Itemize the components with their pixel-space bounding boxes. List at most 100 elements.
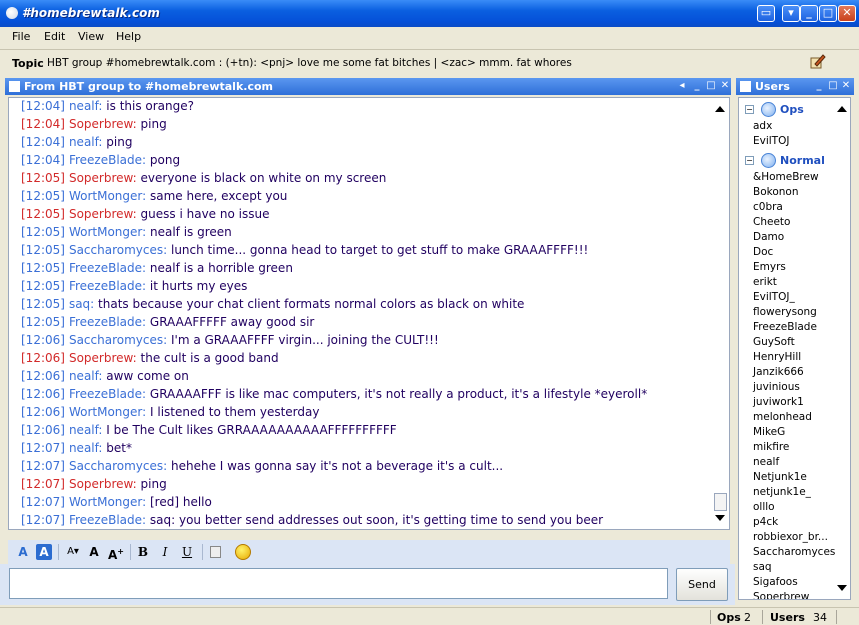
- speaker-icon[interactable]: ◂: [676, 79, 688, 93]
- message-nick[interactable]: nealf:: [69, 369, 103, 383]
- chat-scrollbar[interactable]: [712, 98, 729, 529]
- message-nick[interactable]: Soperbrew:: [69, 117, 137, 131]
- menu-edit[interactable]: Edit: [44, 30, 65, 43]
- user-item[interactable]: erikt: [753, 276, 777, 291]
- message-nick[interactable]: nealf:: [69, 441, 103, 455]
- edit-topic-icon[interactable]: [808, 53, 826, 71]
- chat-message: [12:05] saq: thats because your chat clie…: [21, 295, 711, 313]
- user-item[interactable]: saq: [753, 561, 772, 576]
- scroll-down-icon[interactable]: [837, 585, 847, 591]
- menu-file[interactable]: File: [12, 30, 30, 43]
- message-input[interactable]: [9, 568, 668, 599]
- insert-image-icon[interactable]: [208, 544, 222, 560]
- user-item[interactable]: Bokonon: [753, 186, 799, 201]
- user-item[interactable]: Saccharomyces: [753, 546, 835, 561]
- text-color-icon[interactable]: A: [16, 544, 30, 560]
- menu-view[interactable]: View: [78, 30, 104, 43]
- user-item[interactable]: Janzik666: [753, 366, 804, 381]
- user-item[interactable]: flowerysong: [753, 306, 817, 321]
- decrease-font-icon[interactable]: A▾: [64, 544, 82, 560]
- message-nick[interactable]: FreezeBlade:: [69, 261, 146, 275]
- users-pane-header: Users _ □ ✕: [736, 78, 854, 95]
- pane-maximize-icon[interactable]: □: [705, 79, 717, 93]
- users-pane-minimize-icon[interactable]: _: [813, 79, 825, 93]
- user-item[interactable]: melonhead: [753, 411, 812, 426]
- user-item[interactable]: c0bra: [753, 201, 783, 216]
- chat-log[interactable]: [12:04] nealf: is this orange? [12:04] Sope…: [8, 97, 730, 530]
- user-item[interactable]: HenryHill: [753, 351, 801, 366]
- group-icon: [761, 153, 776, 168]
- user-item[interactable]: adx: [753, 120, 772, 135]
- menu-help[interactable]: Help: [116, 30, 141, 43]
- user-item[interactable]: Emyrs: [753, 261, 786, 276]
- increase-font-icon[interactable]: A+: [108, 544, 124, 562]
- user-item[interactable]: &HomeBrew: [753, 171, 819, 186]
- message-nick[interactable]: Soperbrew:: [69, 207, 137, 221]
- group-label: Normal: [780, 154, 825, 167]
- message-nick[interactable]: WortMonger:: [69, 495, 146, 509]
- user-item[interactable]: Sigafoos: [753, 576, 798, 591]
- users-pane-maximize-icon[interactable]: □: [827, 79, 839, 93]
- dropdown-icon[interactable]: ▾: [782, 5, 800, 22]
- message-nick[interactable]: FreezeBlade:: [69, 513, 146, 527]
- italic-icon[interactable]: I: [158, 544, 172, 560]
- minimize-button[interactable]: _: [800, 5, 818, 22]
- user-item[interactable]: juviwork1: [753, 396, 804, 411]
- scroll-up-icon[interactable]: [715, 106, 725, 112]
- collapse-icon[interactable]: −: [745, 105, 754, 114]
- message-nick[interactable]: Saccharomyces:: [69, 243, 167, 257]
- message-nick[interactable]: WortMonger:: [69, 189, 146, 203]
- bold-icon[interactable]: B: [136, 544, 150, 560]
- pane-minimize-icon[interactable]: _: [691, 79, 703, 93]
- user-item[interactable]: p4ck: [753, 516, 778, 531]
- underline-icon[interactable]: U: [180, 544, 194, 560]
- collapse-icon[interactable]: −: [745, 156, 754, 165]
- user-item[interactable]: GuySoft: [753, 336, 795, 351]
- user-item[interactable]: Netjunk1e: [753, 471, 807, 486]
- user-item[interactable]: Doc: [753, 246, 773, 261]
- user-item[interactable]: MikeG: [753, 426, 785, 441]
- pane-close-icon[interactable]: ✕: [719, 79, 731, 93]
- scroll-up-icon[interactable]: [837, 106, 847, 112]
- user-item[interactable]: FreezeBlade: [753, 321, 817, 336]
- user-item[interactable]: netjunk1e_: [753, 486, 811, 501]
- user-item[interactable]: Soperbrew: [753, 591, 809, 599]
- message-nick[interactable]: FreezeBlade:: [69, 279, 146, 293]
- scroll-down-icon[interactable]: [715, 515, 725, 521]
- send-button[interactable]: Send: [676, 568, 728, 601]
- message-nick[interactable]: FreezeBlade:: [69, 315, 146, 329]
- message-nick[interactable]: nealf:: [69, 135, 103, 149]
- message-nick[interactable]: saq:: [69, 297, 94, 311]
- user-item[interactable]: EvilTOJ: [753, 135, 789, 150]
- users-pane-close-icon[interactable]: ✕: [840, 79, 852, 93]
- message-nick[interactable]: Soperbrew:: [69, 171, 137, 185]
- message-nick[interactable]: Soperbrew:: [69, 477, 137, 491]
- message-nick[interactable]: WortMonger:: [69, 405, 146, 419]
- message-nick[interactable]: Saccharomyces:: [69, 459, 167, 473]
- user-item[interactable]: nealf: [753, 456, 779, 471]
- user-item[interactable]: EvilTOJ_: [753, 291, 795, 306]
- users-scrollbar[interactable]: [834, 98, 850, 599]
- message-nick[interactable]: FreezeBlade:: [69, 153, 146, 167]
- window-titlebar[interactable]: #homebrewtalk.com ▭ ▾ _ □ ✕: [0, 0, 859, 27]
- user-item[interactable]: juvinious: [753, 381, 800, 396]
- maximize-button[interactable]: □: [819, 5, 837, 22]
- normal-font-icon[interactable]: A: [88, 544, 100, 560]
- user-item[interactable]: mikfire: [753, 441, 789, 456]
- emoticon-icon[interactable]: [234, 544, 252, 560]
- user-item[interactable]: Cheeto: [753, 216, 790, 231]
- close-button[interactable]: ✕: [838, 5, 856, 22]
- scroll-thumb[interactable]: [714, 493, 727, 511]
- restore-down-icon[interactable]: ▭: [757, 5, 775, 22]
- user-item[interactable]: olllo: [753, 501, 775, 516]
- user-item[interactable]: robbiexor_br...: [753, 531, 828, 546]
- message-nick[interactable]: FreezeBlade:: [69, 387, 146, 401]
- user-item[interactable]: Damo: [753, 231, 784, 246]
- message-nick[interactable]: Soperbrew:: [69, 351, 137, 365]
- background-color-icon[interactable]: A: [36, 544, 52, 560]
- message-nick[interactable]: Saccharomyces:: [69, 333, 167, 347]
- message-nick[interactable]: WortMonger:: [69, 225, 146, 239]
- message-nick[interactable]: nealf:: [69, 423, 103, 437]
- message-nick[interactable]: nealf:: [69, 99, 103, 113]
- user-list-panel[interactable]: − Ops adx EvilTOJ − Normal &HomeBrew Bokonon c0b…: [738, 97, 851, 600]
